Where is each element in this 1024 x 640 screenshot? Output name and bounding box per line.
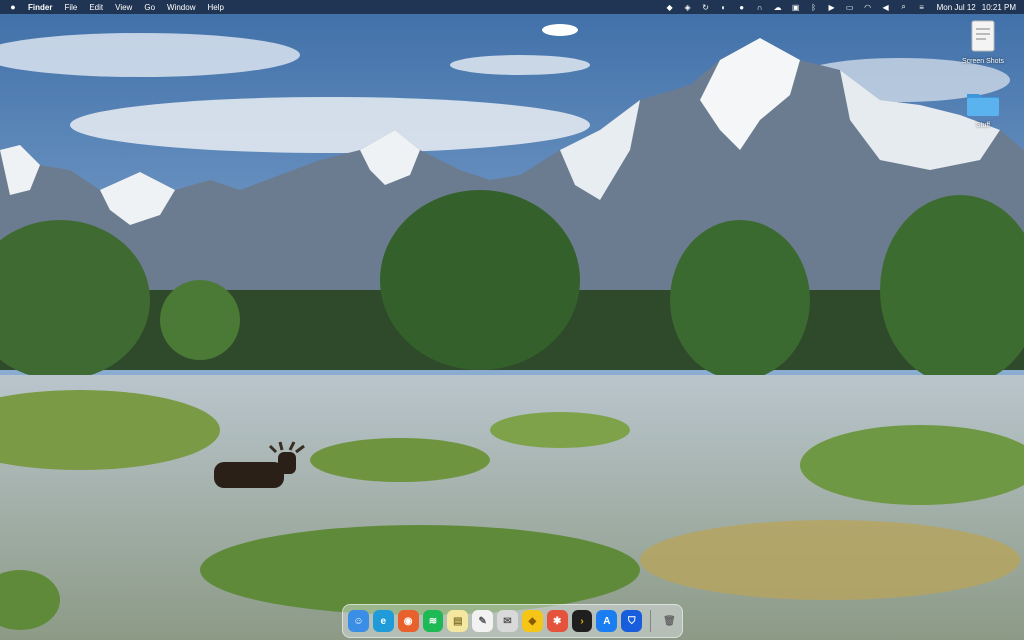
menu-view[interactable]: View — [115, 3, 132, 12]
dock-glyph: ◆ — [528, 615, 537, 627]
document-icon — [971, 20, 995, 52]
folder-icon — [967, 94, 999, 116]
dock-glyph: ✉ — [503, 615, 512, 627]
bitwarden-icon[interactable]: ⛉ — [621, 610, 643, 632]
dashlane-icon[interactable]: ◈ — [683, 2, 693, 12]
menu-file[interactable]: File — [64, 3, 77, 12]
dock-glyph: ⛉ — [627, 615, 636, 627]
dock-glyph: › — [580, 615, 584, 627]
dock-glyph: A — [603, 615, 611, 627]
desktop-item-stuff[interactable]: Stuff — [951, 88, 1015, 129]
volume-icon[interactable]: ◀ — [881, 2, 891, 12]
dock-glyph: ◉ — [403, 615, 413, 627]
stickies-icon[interactable]: ◆ — [521, 610, 543, 632]
trash-icon[interactable]: 🗑 — [659, 610, 680, 632]
desktop-item-label: Stuff — [975, 122, 991, 129]
dock-glyph: ▤ — [453, 615, 463, 627]
circle-icon[interactable]: ● — [737, 2, 747, 12]
notes-icon[interactable]: ▤ — [447, 610, 469, 632]
dropbox-icon[interactable]: ◆ — [665, 2, 675, 12]
menu-bar-clock[interactable]: Mon Jul 12 10:21 PM — [937, 3, 1016, 12]
cloud-icon[interactable]: ☁ — [773, 2, 783, 12]
apple-menu-icon[interactable]: ● — [8, 2, 18, 12]
clock-date: Mon Jul 12 — [936, 2, 976, 12]
menu-bar: ● Finder File Edit View Go Window Help ◆… — [0, 0, 1024, 14]
firefox-icon[interactable]: ◉ — [397, 610, 419, 632]
desktop-item-screen-shots[interactable]: Screen Shots — [951, 20, 1015, 65]
terminal-icon[interactable]: › — [571, 610, 593, 632]
wifi-icon[interactable]: ◠ — [863, 2, 873, 12]
clipboard-icon[interactable]: ▣ — [791, 2, 801, 12]
menu-go[interactable]: Go — [144, 3, 155, 12]
spotify-icon[interactable]: ≋ — [422, 610, 444, 632]
dock-glyph: ✱ — [552, 615, 562, 627]
clock-time: 10:21 PM — [981, 2, 1016, 12]
dock-glyph: e — [380, 615, 387, 627]
scrivener-icon[interactable]: ✱ — [546, 610, 568, 632]
headphones-icon[interactable]: ∩ — [755, 2, 765, 12]
search-icon[interactable]: ⌕ — [899, 2, 909, 12]
desktop-wallpaper — [0, 0, 1024, 640]
menu-bar-left: ● Finder File Edit View Go Window Help — [0, 2, 236, 12]
battery-icon[interactable]: ▭ — [845, 2, 855, 12]
dock-separator — [650, 610, 652, 632]
dock-glyph: 🗑 — [663, 615, 676, 627]
dock-glyph: ≋ — [428, 615, 438, 627]
menu-app-finder[interactable]: Finder — [28, 3, 52, 12]
edge-icon[interactable]: e — [372, 610, 394, 632]
dock-glyph: ✎ — [478, 615, 487, 627]
desktop-item-label: Screen Shots — [961, 58, 1005, 65]
menu-help[interactable]: Help — [207, 3, 223, 12]
menu-window[interactable]: Window — [167, 3, 195, 12]
finder-guard-icon[interactable]: ◐ — [719, 2, 729, 12]
menu-bar-status-area: ◆ ◈ ↻ ◐ ● ∩ ☁ ▣ ᛒ ▶ ▭ ◠ ◀ ⌕ ≡ Mon Jul 12… — [657, 2, 1024, 12]
app-store-icon[interactable]: A — [596, 610, 618, 632]
finder-icon[interactable]: ☺ — [348, 610, 369, 632]
menu-edit[interactable]: Edit — [89, 3, 103, 12]
control-center-icon[interactable]: ≡ — [917, 2, 927, 12]
play-icon[interactable]: ▶ — [827, 2, 837, 12]
textedit-icon[interactable]: ✎ — [472, 610, 494, 632]
dock: ☺ e ◉ ≋ ▤ ✎ ✉ ◆ ✱ › A ⛉ 🗑 — [342, 604, 683, 638]
sync-icon[interactable]: ↻ — [701, 2, 711, 12]
bluetooth-icon[interactable]: ᛒ — [809, 2, 819, 12]
mail-icon[interactable]: ✉ — [497, 610, 518, 632]
dock-glyph: ☺ — [353, 615, 364, 627]
